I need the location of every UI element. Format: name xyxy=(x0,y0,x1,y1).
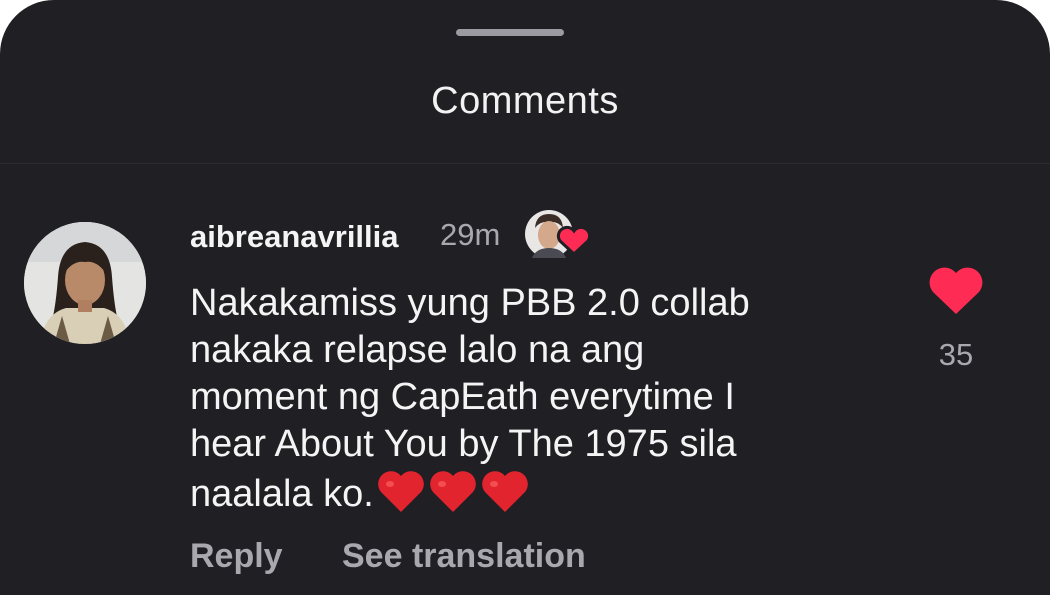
see-translation-button[interactable]: See translation xyxy=(342,536,586,576)
red-heart-emoji-icon xyxy=(480,468,530,514)
comment-text: Nakakamiss yung PBB 2.0 collab nakaka re… xyxy=(190,280,870,518)
comment-timestamp: 29m xyxy=(440,217,501,252)
drag-handle[interactable] xyxy=(456,29,564,36)
red-heart-emoji-icon xyxy=(428,468,478,514)
like-count: 35 xyxy=(938,337,974,372)
red-heart-emoji-icon xyxy=(376,468,426,514)
reply-button[interactable]: Reply xyxy=(190,536,283,576)
creator-heart-icon xyxy=(524,208,600,260)
divider xyxy=(0,163,1050,164)
comment-username[interactable]: aibreanavrillia xyxy=(190,218,399,256)
sheet-title: Comments xyxy=(431,80,619,122)
heart-icon[interactable] xyxy=(928,266,984,316)
avatar[interactable] xyxy=(24,222,146,344)
comments-sheet: Comments aibreanavrillia 29m Nakakamiss … xyxy=(0,0,1050,595)
